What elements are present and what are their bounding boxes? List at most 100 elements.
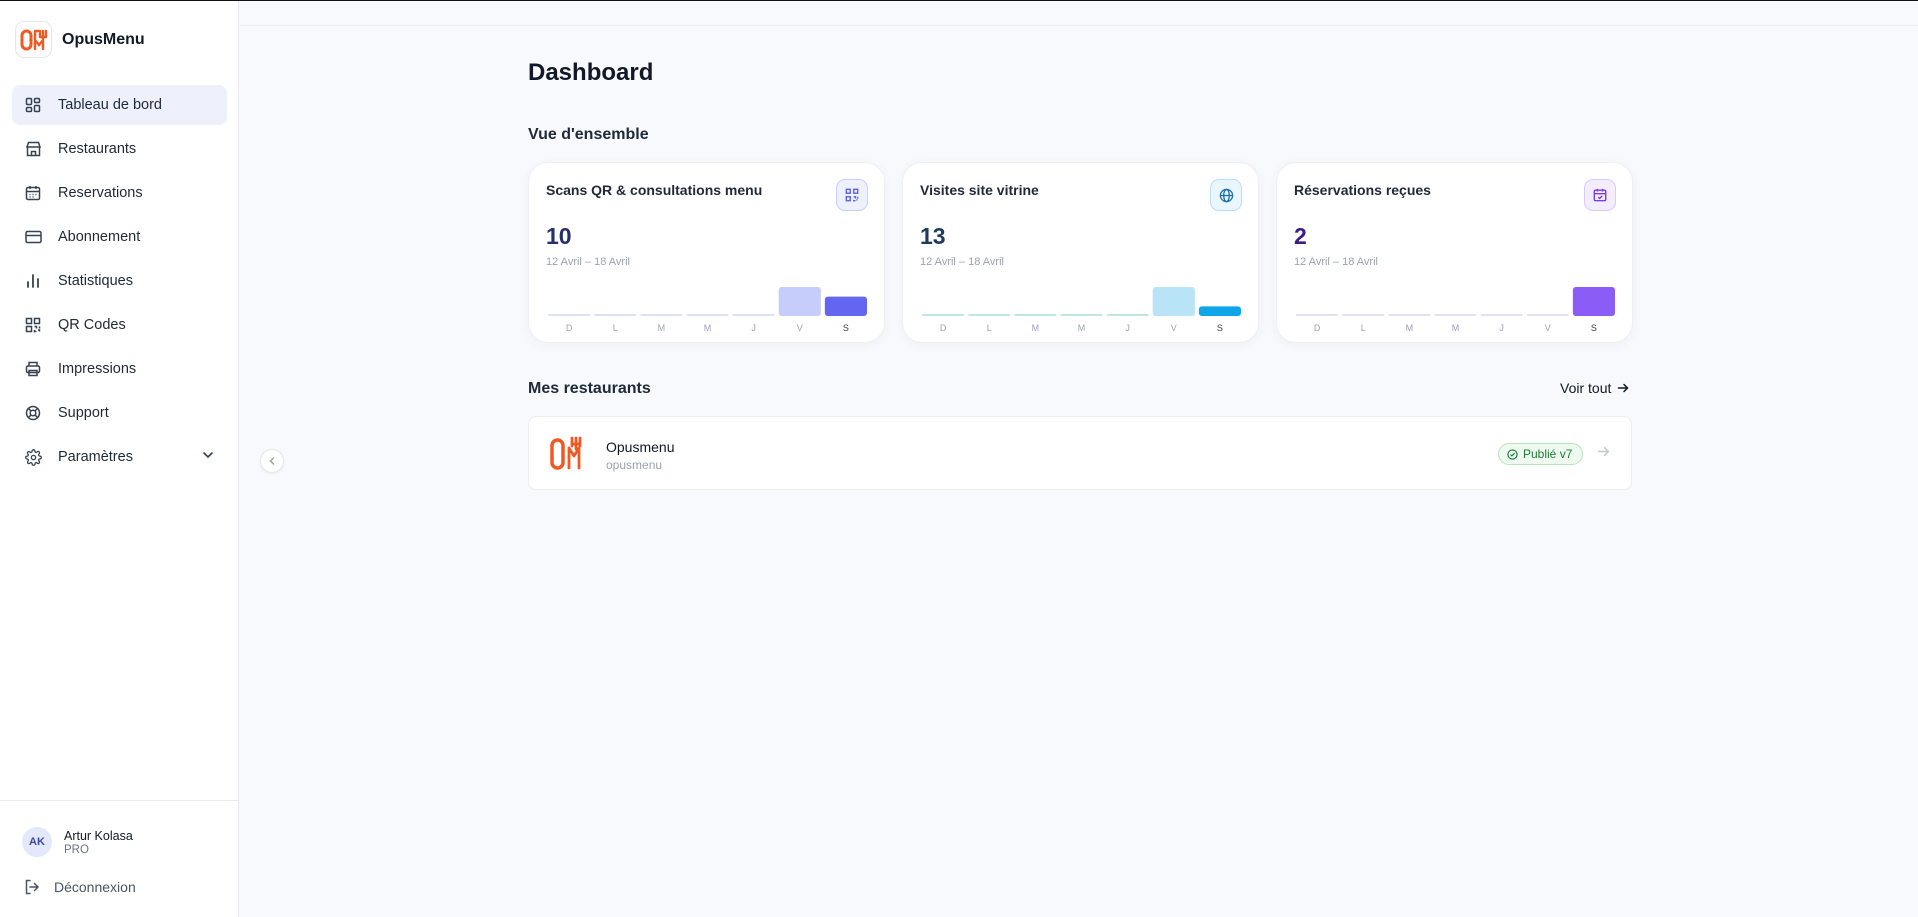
chart-day-label: L [1361,323,1366,333]
overview-section-title: Vue d'ensemble [528,126,649,143]
user-info: Artur Kolasa PRO [64,829,133,856]
calendar-icon [24,184,42,202]
mini-bar-chart: DLMMJVS [548,287,867,333]
sidebar-item-reservations[interactable]: Reservations [12,173,227,213]
card-date-range: 12 Avril – 18 Avril [1294,256,1378,268]
chart-day-label: D [1314,323,1321,333]
chart-day-label: M [1032,323,1040,333]
stat-card-reservations[interactable]: Réservations reçues 2 12 Avril – 18 Avri… [1276,162,1633,343]
chart-bar [1296,314,1339,316]
chart-day-label: L [613,323,618,333]
logout-button[interactable]: Déconnexion [24,879,136,895]
chart-day-label: V [1545,323,1551,333]
sidebar-nav: Tableau de bord Restaurants Reservations… [12,85,227,481]
chart-day-label: V [797,323,803,333]
sidebar-item-label: Paramètres [58,449,133,465]
card-value: 2 [1294,223,1307,249]
chart-day-label: D [940,323,947,333]
chart-bar [1060,314,1103,316]
sidebar-item-statistiques[interactable]: Statistiques [12,261,227,301]
chart-bar [1388,314,1431,316]
chart-bar [548,314,591,316]
opusmenu-logo-icon [20,29,47,50]
chevron-down-icon[interactable] [201,448,215,466]
chart-bar [824,296,867,316]
chart-day-label: J [1499,323,1504,333]
user-name: Artur Kolasa [64,828,133,843]
chart-bar [594,314,637,316]
sidebar-item-tableau-de-bord[interactable]: Tableau de bord [12,85,227,125]
chart-bar [1572,287,1615,316]
brand[interactable]: OpusMenu [15,21,145,58]
chart-day-label: D [566,323,573,333]
sidebar-item-label: QR Codes [58,317,126,333]
chart-day-label: S [843,323,849,333]
sidebar-footer: AK Artur Kolasa PRO Déconnexion [0,800,239,895]
stat-card-site-visits[interactable]: Visites site vitrine 13 12 Avril – 18 Av… [902,162,1259,343]
see-all-label: Voir tout [1560,380,1612,396]
chart-bar [686,314,729,316]
chart-bar [1014,314,1057,316]
chart-bar [1106,314,1149,316]
card-value: 10 [546,223,572,249]
chart-day-label: S [1217,323,1223,333]
sidebar-item-support[interactable]: Support [12,393,227,433]
qr-code-icon [836,179,868,211]
gear-icon [24,448,42,466]
chart-bar [1526,314,1569,316]
collapse-sidebar-button[interactable] [260,449,284,473]
chart-day-label: M [1078,323,1086,333]
chart-bar [922,314,965,316]
chart-bar [1152,287,1195,316]
brand-name: OpusMenu [62,30,145,48]
sidebar-item-label: Tableau de bord [58,97,162,113]
mini-bar-chart: DLMMJVS [1296,287,1615,333]
calendar-icon [1584,179,1616,211]
sidebar-item-qr-codes[interactable]: QR Codes [12,305,227,345]
sidebar-item-label: Statistiques [58,273,133,289]
card-title: Visites site vitrine [920,182,1039,198]
chart-day-label: V [1171,323,1177,333]
sidebar-item-label: Impressions [58,361,137,377]
user-plan: PRO [64,843,89,856]
page-title: Dashboard [528,59,654,86]
printer-icon [24,360,42,378]
chart-day-label: J [1125,323,1130,333]
chevron-left-icon [269,457,275,465]
sidebar-item-label: Support [58,405,109,421]
see-all-link[interactable]: Voir tout [1560,380,1629,396]
card-value: 13 [920,223,946,249]
card-date-range: 12 Avril – 18 Avril [920,256,1004,268]
store-icon [24,140,42,158]
restaurant-slug: opusmenu [606,458,663,472]
status-badge-label: Publié v7 [1523,447,1573,461]
sidebar-item-parametres[interactable]: Paramètres [12,437,227,477]
qr-code-icon [24,316,42,334]
sidebar-item-impressions[interactable]: Impressions [12,349,227,389]
stat-card-qr-scans[interactable]: Scans QR & consultations menu 10 12 Avri… [528,162,885,343]
chart-bar [1434,314,1477,316]
restaurants-section-title: Mes restaurants [528,380,651,397]
chart-day-label: M [704,323,712,333]
chart-bar [640,314,683,316]
chart-bar [778,287,821,316]
chart-bar [1480,314,1523,316]
sidebar-item-abonnement[interactable]: Abonnement [12,217,227,257]
chart-day-label: L [987,323,992,333]
sidebar-item-restaurants[interactable]: Restaurants [12,129,227,169]
logout-label: Déconnexion [54,879,136,895]
user-profile[interactable]: AK Artur Kolasa PRO [22,827,133,857]
credit-card-icon [24,228,42,246]
mini-bar-chart: DLMMJVS [922,287,1241,333]
check-circle-icon [1507,448,1518,460]
chart-day-label: S [1591,323,1597,333]
sidebar-item-label: Restaurants [58,141,137,157]
status-badge: Publié v7 [1498,443,1584,465]
card-date-range: 12 Avril – 18 Avril [546,256,630,268]
arrow-right-icon[interactable] [1597,445,1610,458]
restaurant-card[interactable]: Opusmenu opusmenu Publié v7 [528,416,1632,490]
card-title: Réservations reçues [1294,182,1431,198]
lifebuoy-icon [24,404,42,422]
card-title: Scans QR & consultations menu [546,182,763,198]
chart-bar [968,314,1011,316]
